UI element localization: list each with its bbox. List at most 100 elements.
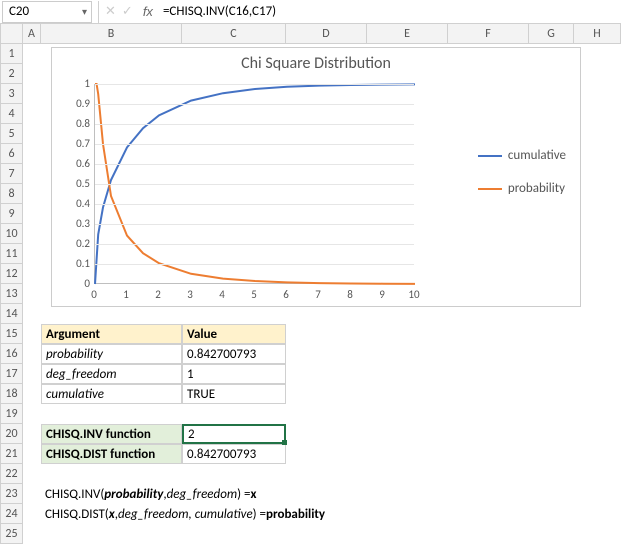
t: ) =: [237, 487, 250, 502]
val-cumulative[interactable]: TRUE: [182, 384, 286, 404]
row-header-7[interactable]: 7: [0, 164, 23, 184]
x-tick-label: 7: [315, 288, 321, 301]
name-box[interactable]: C20 ▾: [2, 1, 92, 23]
fx-icon[interactable]: fx: [143, 4, 153, 19]
x-tick-label: 10: [408, 288, 419, 301]
gridline: [95, 104, 414, 105]
row-header-20[interactable]: 20: [0, 424, 23, 444]
chevron-down-icon[interactable]: ▾: [82, 5, 87, 18]
header-value[interactable]: Value: [182, 324, 286, 344]
x-tick-label: 9: [379, 288, 385, 301]
x-tick-label: 0: [91, 288, 97, 301]
t: probability: [266, 507, 325, 522]
arg-deg-freedom[interactable]: deg_freedom: [41, 364, 182, 384]
note-line-1[interactable]: CHISQ.INV(probability,deg_freedom) = x: [41, 484, 541, 504]
val-probability[interactable]: 0.842700793: [182, 344, 286, 364]
gridline: [95, 84, 414, 85]
gridline: [95, 124, 414, 125]
gridline: [95, 224, 414, 225]
name-box-value: C20: [9, 4, 29, 19]
t: x: [251, 487, 257, 502]
formula-input[interactable]: =CHISQ.INV(C16,C17): [159, 1, 621, 23]
x-tick-label: 3: [187, 288, 193, 301]
select-all-corner[interactable]: [0, 24, 23, 44]
row-header-5[interactable]: 5: [0, 124, 23, 144]
row-header-19[interactable]: 19: [0, 404, 23, 424]
col-header-H[interactable]: H: [574, 24, 621, 44]
col-header-C[interactable]: C: [182, 24, 286, 44]
gridline: [95, 144, 414, 145]
col-header-B[interactable]: B: [41, 24, 182, 44]
y-tick-label: 0.7: [62, 137, 90, 150]
row-header-12[interactable]: 12: [0, 264, 23, 284]
cancel-icon[interactable]: ✕: [105, 4, 116, 19]
gridline: [95, 264, 414, 265]
legend-item-probability: probability: [478, 181, 566, 196]
col-header-A[interactable]: A: [23, 24, 41, 44]
y-tick-label: 0.4: [62, 197, 90, 210]
header-argument[interactable]: Argument: [41, 324, 182, 344]
y-tick-label: 0.3: [62, 217, 90, 230]
row-header-14[interactable]: 14: [0, 304, 23, 324]
x-tick-label: 5: [251, 288, 257, 301]
row-header-10[interactable]: 10: [0, 224, 23, 244]
arg-cumulative[interactable]: cumulative: [41, 384, 182, 404]
row-header-18[interactable]: 18: [0, 384, 23, 404]
legend-label: cumulative: [508, 148, 566, 163]
row-header-16[interactable]: 16: [0, 344, 23, 364]
row-header-4[interactable]: 4: [0, 104, 23, 124]
y-tick-label: 1: [62, 77, 90, 90]
y-tick-label: 0: [62, 277, 90, 290]
y-tick-label: 0.9: [62, 97, 90, 110]
row-header-13[interactable]: 13: [0, 284, 23, 304]
col-header-G[interactable]: G: [529, 24, 574, 44]
label-chisq-inv[interactable]: CHISQ.INV function: [41, 424, 182, 444]
x-tick-label: 1: [123, 288, 129, 301]
row-header-6[interactable]: 6: [0, 144, 23, 164]
cell-C20[interactable]: 2: [182, 424, 286, 444]
col-header-E[interactable]: E: [367, 24, 448, 44]
row-header-1[interactable]: 1: [0, 44, 23, 64]
x-tick-label: 8: [347, 288, 353, 301]
legend-swatch: [478, 155, 502, 157]
divider: [98, 1, 99, 23]
row-header-9[interactable]: 9: [0, 204, 23, 224]
col-header-D[interactable]: D: [286, 24, 367, 44]
chart[interactable]: Chi Square Distribution cumulative proba…: [51, 47, 581, 307]
col-header-F[interactable]: F: [448, 24, 529, 44]
x-tick-label: 2: [155, 288, 161, 301]
row-header-2[interactable]: 2: [0, 64, 23, 84]
row-header-23[interactable]: 23: [0, 484, 23, 504]
formula-text: =CHISQ.INV(C16,C17): [163, 4, 276, 19]
spreadsheet-grid: ABCDEFGH 1234567891011121314151617181920…: [0, 24, 621, 44]
t: deg_freedom, cumulative: [118, 507, 253, 522]
chart-legend: cumulative probability: [478, 148, 566, 214]
y-tick-label: 0.1: [62, 257, 90, 270]
y-tick-label: 0.6: [62, 157, 90, 170]
gridline: [95, 164, 414, 165]
t: deg_freedom: [167, 487, 238, 502]
y-tick-label: 0.8: [62, 117, 90, 130]
row-header-8[interactable]: 8: [0, 184, 23, 204]
val-chisq-dist[interactable]: 0.842700793: [182, 444, 286, 464]
row-header-25[interactable]: 25: [0, 524, 23, 544]
row-header-3[interactable]: 3: [0, 84, 23, 104]
t: probability: [104, 487, 163, 502]
arg-probability[interactable]: probability: [41, 344, 182, 364]
row-header-21[interactable]: 21: [0, 444, 23, 464]
row-header-11[interactable]: 11: [0, 244, 23, 264]
column-headers: ABCDEFGH: [0, 24, 621, 44]
x-tick-label: 6: [283, 288, 289, 301]
legend-label: probability: [508, 181, 565, 196]
row-header-22[interactable]: 22: [0, 464, 23, 484]
row-header-24[interactable]: 24: [0, 504, 23, 524]
label-chisq-dist[interactable]: CHISQ.DIST function: [41, 444, 182, 464]
val-deg-freedom[interactable]: 1: [182, 364, 286, 384]
legend-item-cumulative: cumulative: [478, 148, 566, 163]
note-line-2[interactable]: CHISQ.DIST(x, deg_freedom, cumulative) =…: [41, 504, 541, 524]
t: CHISQ.INV(: [45, 487, 104, 502]
row-header-15[interactable]: 15: [0, 324, 23, 344]
accept-icon[interactable]: ✓: [122, 4, 133, 19]
row-header-17[interactable]: 17: [0, 364, 23, 384]
formula-bar: C20 ▾ ✕ ✓ fx =CHISQ.INV(C16,C17): [0, 0, 621, 24]
